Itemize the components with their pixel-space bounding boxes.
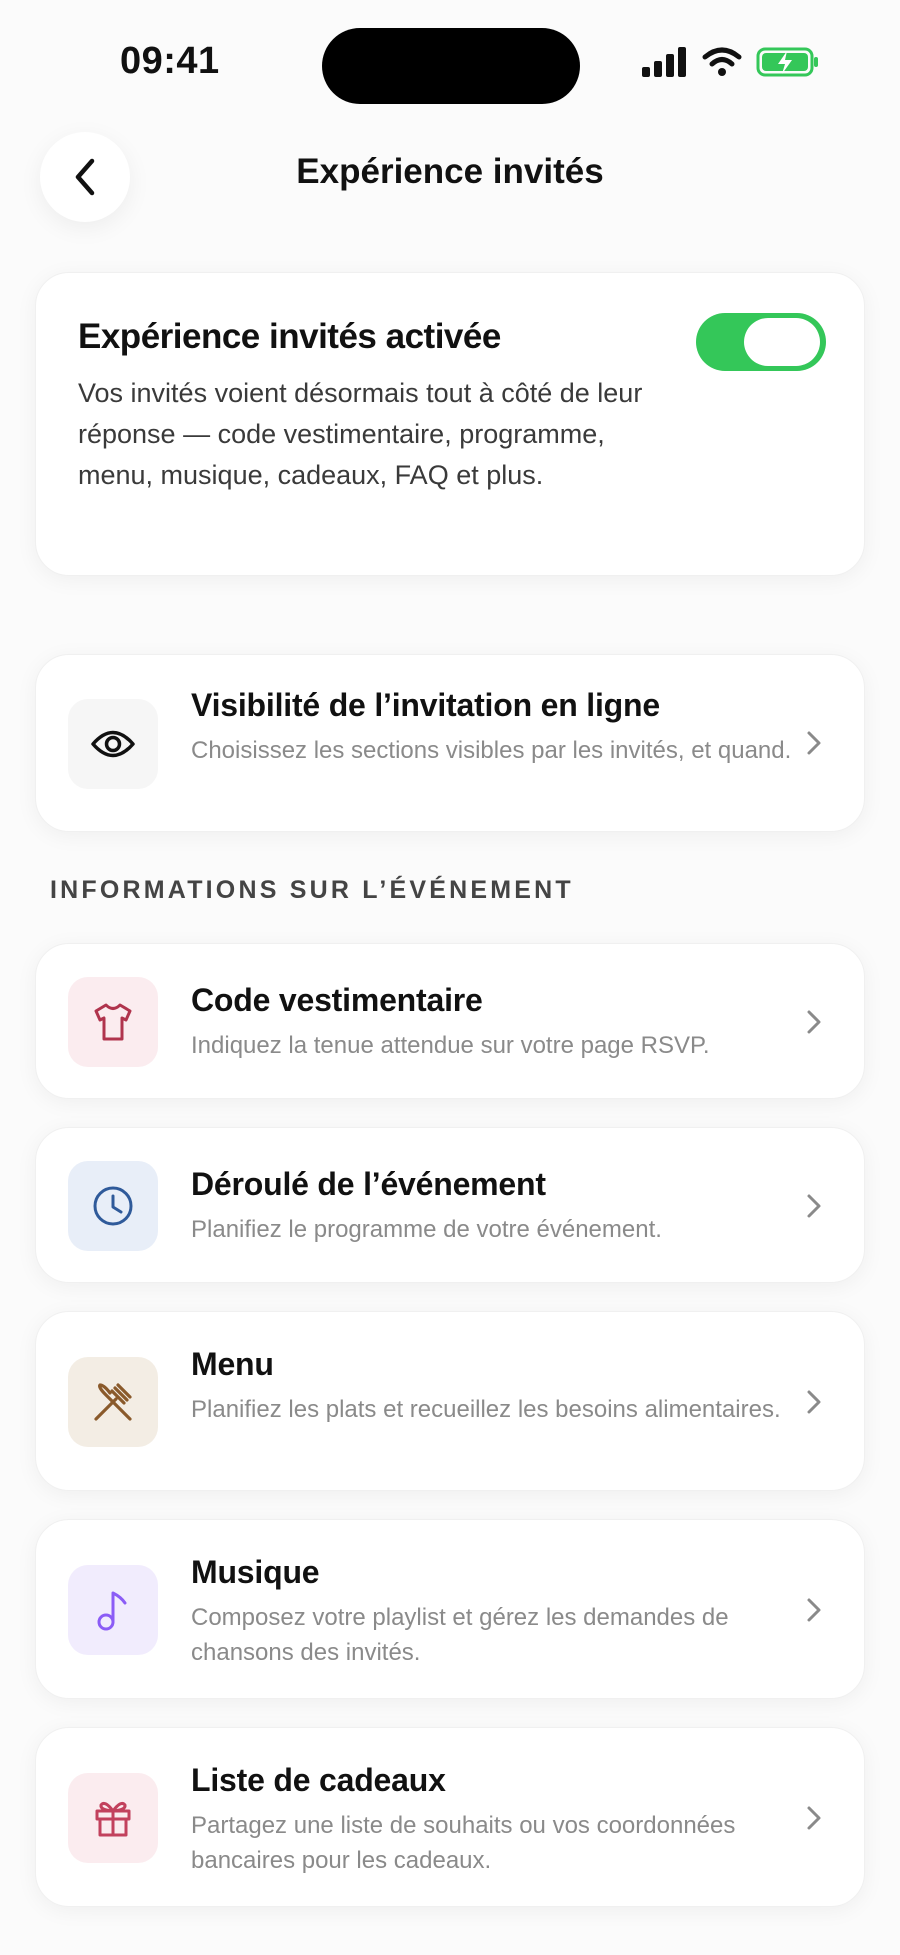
dress-code-subtitle: Indiquez la tenue attendue sur votre pag… xyxy=(191,1032,710,1059)
chevron-right-icon xyxy=(807,731,821,755)
gift-icon xyxy=(95,1802,131,1837)
guest-experience-toggle[interactable] xyxy=(696,313,826,371)
visibility-row[interactable]: Visibilité de l’invitation en ligne Choi… xyxy=(35,654,865,832)
chevron-right-icon xyxy=(807,1598,821,1622)
battery-charging-icon xyxy=(756,47,818,77)
chevron-right-icon xyxy=(807,1806,821,1830)
chevron-right-icon xyxy=(807,1010,821,1034)
schedule-icon-box xyxy=(68,1161,158,1251)
schedule-title: Déroulé de l’événement xyxy=(191,1166,546,1202)
music-note-icon xyxy=(97,1591,127,1631)
status-time: 09:41 xyxy=(120,40,220,82)
signal-icon xyxy=(642,47,686,77)
visibility-title: Visibilité de l’invitation en ligne xyxy=(191,687,660,723)
wifi-icon xyxy=(702,47,742,76)
gift-list-subtitle: Partagez une liste de souhaits ou vos co… xyxy=(191,1812,736,1874)
visibility-subtitle: Choisissez les sections visibles par les… xyxy=(191,737,792,764)
status-icons xyxy=(642,46,820,78)
visibility-icon-box xyxy=(68,699,158,789)
eye-icon xyxy=(91,730,135,758)
section-header: INFORMATIONS SUR L’ÉVÉNEMENT xyxy=(50,876,574,904)
schedule-row[interactable]: Déroulé de l’événement Planifiez le prog… xyxy=(35,1127,865,1283)
clock-icon xyxy=(93,1186,133,1226)
schedule-subtitle: Planifiez le programme de votre événemen… xyxy=(191,1216,662,1243)
music-title: Musique xyxy=(191,1554,320,1590)
dress-code-title: Code vestimentaire xyxy=(191,982,483,1018)
page-title: Expérience invités xyxy=(296,152,604,191)
navigation-bar: Expérience invités xyxy=(0,120,900,222)
toggle-knob xyxy=(744,318,820,366)
gift-list-row[interactable]: Liste de cadeaux Partagez une liste de s… xyxy=(35,1727,865,1907)
music-row[interactable]: Musique Composez votre playlist et gérez… xyxy=(35,1519,865,1699)
guest-experience-card: Expérience invités activée Vos invités v… xyxy=(35,272,865,576)
chevron-right-icon xyxy=(807,1194,821,1218)
dynamic-island xyxy=(322,28,580,104)
menu-title: Menu xyxy=(191,1346,274,1382)
activation-description: Vos invités voient désormais tout à côté… xyxy=(78,378,643,490)
dress-code-icon-box xyxy=(68,977,158,1067)
music-icon-box xyxy=(68,1565,158,1655)
gift-list-title: Liste de cadeaux xyxy=(191,1762,446,1798)
activation-title: Expérience invités activée xyxy=(78,317,501,356)
gift-icon-box xyxy=(68,1773,158,1863)
utensils-icon xyxy=(94,1383,132,1421)
status-bar: 09:41 xyxy=(0,0,900,110)
menu-row[interactable]: Menu Planifiez les plats et recueillez l… xyxy=(35,1311,865,1491)
menu-icon-box xyxy=(68,1357,158,1447)
menu-subtitle: Planifiez les plats et recueillez les be… xyxy=(191,1396,781,1423)
dress-code-row[interactable]: Code vestimentaire Indiquez la tenue att… xyxy=(35,943,865,1099)
music-subtitle: Composez votre playlist et gérez les dem… xyxy=(191,1604,729,1666)
shirt-icon xyxy=(94,1003,132,1041)
screen: 09:41 Expérience invités Expérience invi… xyxy=(0,0,900,1955)
chevron-right-icon xyxy=(807,1390,821,1414)
